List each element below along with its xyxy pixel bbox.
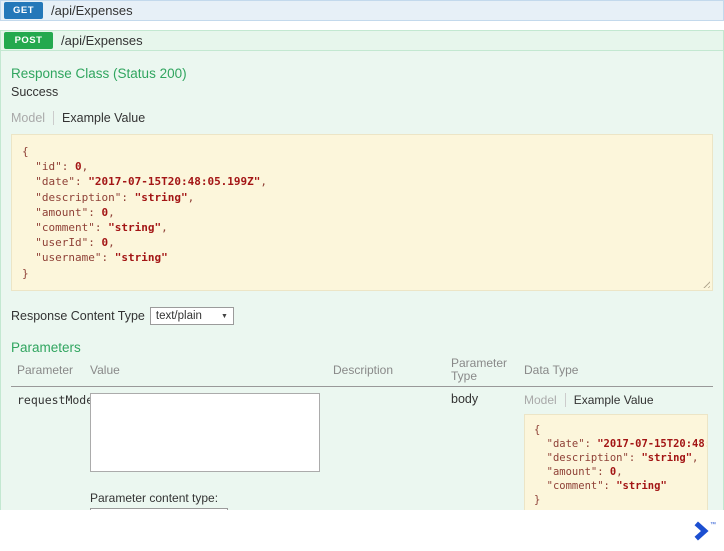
tab-divider bbox=[564, 393, 566, 407]
post-operation-heading[interactable]: POST /api/Expenses bbox=[1, 31, 723, 51]
table-row: requestModel Parameter content type: app… bbox=[11, 387, 713, 510]
post-method-badge[interactable]: POST bbox=[4, 32, 53, 49]
toptal-logo[interactable]: ™ bbox=[692, 520, 716, 541]
response-example-code: { "id": 0, "date": "2017-07-15T20:48:05.… bbox=[11, 134, 713, 291]
parameter-example-code: { "date": "2017-07-15T20:48:05.207Z", "d… bbox=[524, 414, 708, 510]
resize-grip-icon[interactable] bbox=[701, 279, 710, 288]
data-type-tab-model[interactable]: Model bbox=[524, 393, 557, 407]
trademark-symbol: ™ bbox=[710, 521, 716, 528]
response-content-type-row: Response Content Type text/plain ▼ bbox=[11, 307, 713, 325]
response-tab-model[interactable]: Model bbox=[11, 111, 45, 125]
swagger-page: GET /api/Expenses POST /api/Expenses Res… bbox=[0, 0, 724, 551]
post-operation-path-link[interactable]: /api/Expenses bbox=[61, 33, 143, 48]
footer: ™ bbox=[0, 510, 724, 551]
response-content-type-select[interactable]: text/plain ▼ bbox=[149, 307, 234, 325]
get-operation-heading[interactable]: GET /api/Expenses bbox=[0, 0, 724, 21]
data-type-tabs: Model Example Value bbox=[524, 393, 713, 407]
parameters-heading: Parameters bbox=[11, 340, 81, 355]
response-tab-example-value[interactable]: Example Value bbox=[62, 111, 145, 125]
request-model-textarea[interactable] bbox=[90, 393, 320, 472]
column-header-parameter-type: Parameter Type bbox=[451, 356, 508, 383]
get-operation-path-link[interactable]: /api/Expenses bbox=[51, 3, 133, 18]
tab-divider bbox=[53, 111, 55, 125]
textarea-wrapper bbox=[90, 393, 320, 476]
post-operation-content: Response Class (Status 200) Success Mode… bbox=[1, 51, 723, 510]
parameters-table: Parameter Value Description Parameter Ty… bbox=[11, 357, 713, 510]
parameter-content-type-label: Parameter content type: bbox=[90, 491, 219, 505]
post-operation: POST /api/Expenses Response Class (Statu… bbox=[0, 30, 724, 510]
column-header-data-type: Data Type bbox=[524, 363, 579, 377]
parameter-name: requestModel bbox=[17, 393, 101, 407]
parameter-type-cell: body bbox=[451, 392, 479, 406]
data-type-cell: Model Example Value { "date": "2017-07-1… bbox=[524, 393, 713, 510]
get-method-badge[interactable]: GET bbox=[4, 2, 43, 19]
column-header-parameter: Parameter bbox=[17, 363, 74, 377]
response-status-text: Success bbox=[11, 85, 59, 99]
data-type-tab-example-value[interactable]: Example Value bbox=[574, 393, 654, 407]
parameter-content-type-select[interactable]: application/json ▼ bbox=[90, 508, 228, 510]
toptal-chevron-icon bbox=[694, 520, 709, 541]
response-content-type-label: Response Content Type bbox=[11, 309, 145, 323]
dropdown-arrow-icon: ▼ bbox=[220, 312, 228, 320]
response-class-heading: Response Class (Status 200) bbox=[11, 66, 187, 81]
column-header-description: Description bbox=[333, 363, 394, 377]
parameter-value-cell: Parameter content type: application/json… bbox=[90, 393, 333, 510]
column-header-value: Value bbox=[90, 363, 120, 377]
response-tabs: Model Example Value bbox=[11, 111, 713, 125]
response-content-type-value: text/plain bbox=[155, 310, 202, 322]
parameters-table-header: Parameter Value Description Parameter Ty… bbox=[11, 357, 713, 387]
